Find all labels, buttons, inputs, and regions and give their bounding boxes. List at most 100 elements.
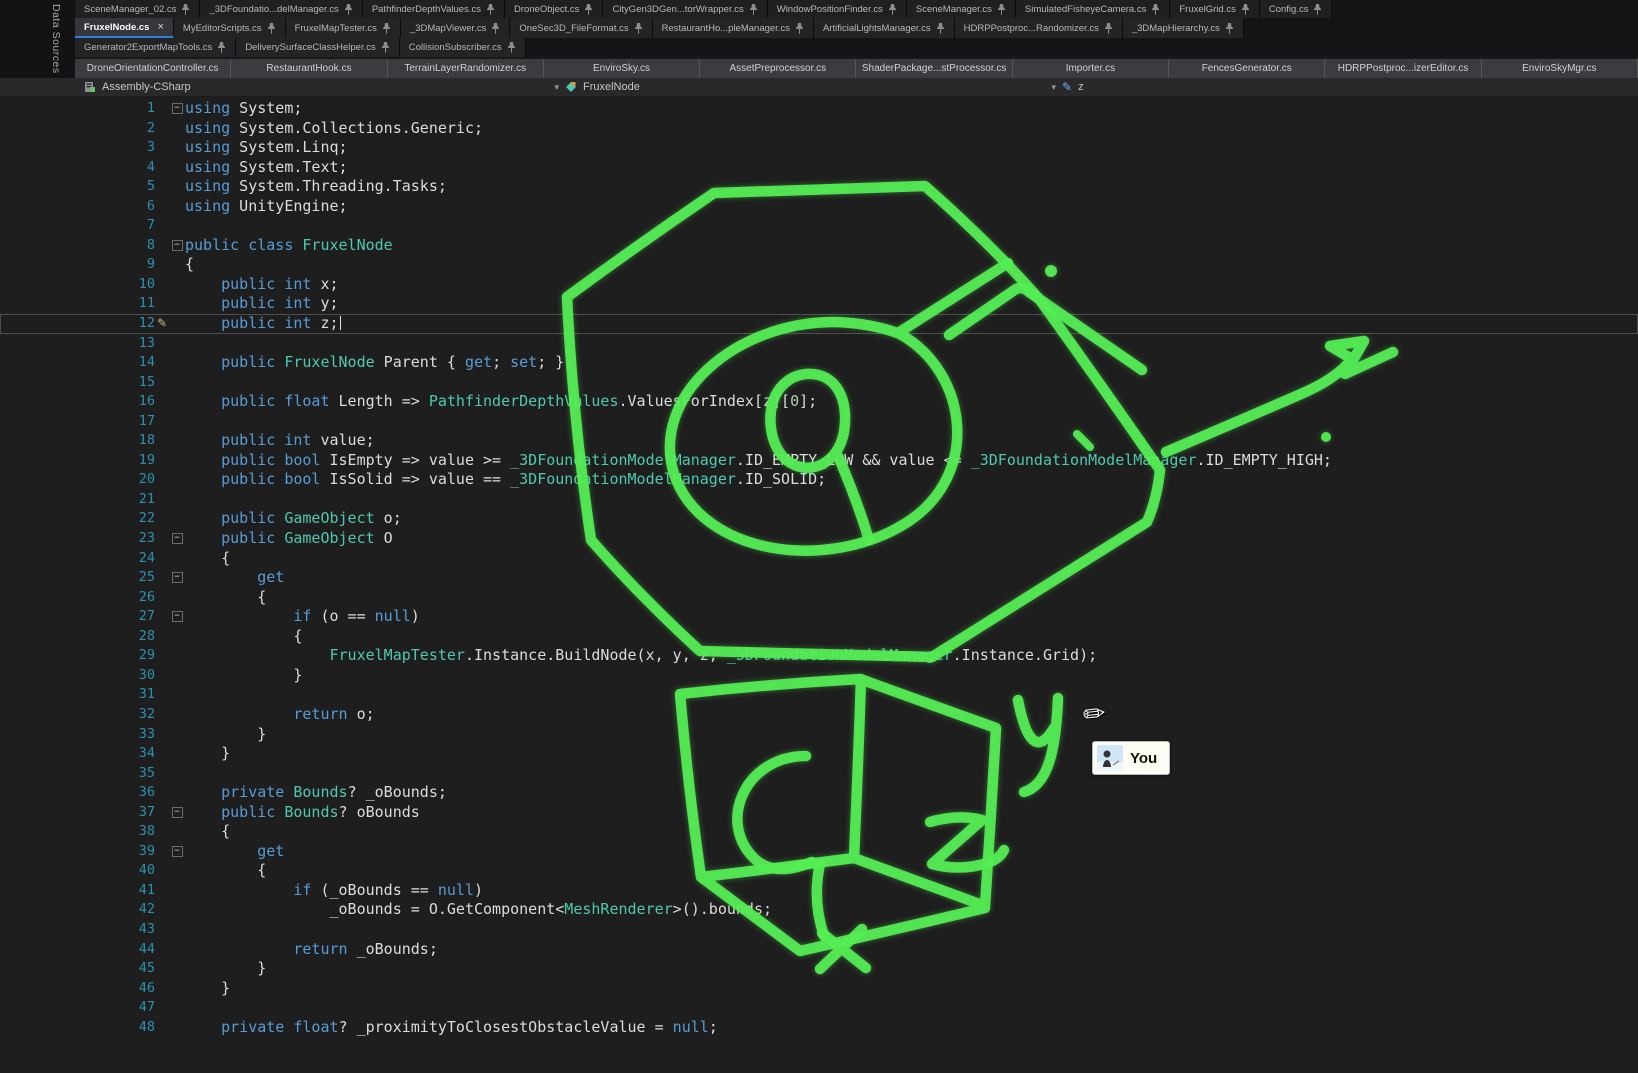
tab--3dmapviewer-cs[interactable]: _3DMapViewer.cs (401, 18, 510, 38)
code-line-34[interactable]: 34 } (0, 744, 1638, 764)
code-line-27[interactable]: 27− if (o == null) (0, 607, 1638, 627)
code-line-21[interactable]: 21 (0, 490, 1638, 510)
project-dropdown[interactable]: Assembly-CSharp ▾ (84, 78, 565, 96)
pin-icon[interactable] (381, 42, 390, 53)
tab-hdrppostproc-randomizer-cs[interactable]: HDRPPostproc...Randomizer.cs (955, 18, 1123, 38)
tab-pathfinderdepthvalues-cs[interactable]: PathfinderDepthValues.cs (363, 0, 505, 18)
code-line-40[interactable]: 40 { (0, 861, 1638, 881)
tab-droneobject-cs[interactable]: DroneObject.cs (505, 0, 603, 18)
tab-config-cs[interactable]: Config.cs (1260, 0, 1333, 18)
pin-icon[interactable] (181, 4, 190, 15)
tab--3dmaphierarchy-cs[interactable]: _3DMapHierarchy.cs (1123, 18, 1244, 38)
code-line-17[interactable]: 17 (0, 412, 1638, 432)
pin-icon[interactable] (382, 23, 391, 34)
fold-minus-box[interactable]: − (172, 572, 183, 583)
pin-icon[interactable] (1151, 4, 1160, 15)
tab-simulatedfisheyecamera-cs[interactable]: SimulatedFisheyeCamera.cs (1016, 0, 1170, 18)
code-line-10[interactable]: 10 public int x; (0, 275, 1638, 295)
tab--3dfoundatio-delmanager-cs[interactable]: _3DFoundatio...delManager.cs (200, 0, 362, 18)
tab-droneorientationcontroller-cs[interactable]: DroneOrientationController.cs (75, 59, 231, 78)
code-line-28[interactable]: 28 { (0, 627, 1638, 647)
tab-citygen3dgen-torwrapper-cs[interactable]: CityGen3DGen...torWrapper.cs (603, 0, 767, 18)
tab-shaderpackage-stprocessor-cs[interactable]: ShaderPackage...stProcessor.cs (856, 59, 1012, 78)
pin-icon[interactable] (1241, 4, 1250, 15)
data-sources-side-tab[interactable]: Data Sources (50, 4, 62, 74)
tab-scenemanager-02-cs[interactable]: SceneManager_02.cs (75, 0, 200, 18)
fold-toggle-icon[interactable]: − (169, 99, 185, 119)
fold-minus-box[interactable]: − (172, 103, 183, 114)
fold-toggle-icon[interactable]: − (169, 529, 185, 549)
tab-fruxelnode-cs[interactable]: FruxelNode.cs× (75, 18, 174, 38)
code-line-9[interactable]: 9{ (0, 255, 1638, 275)
tab-importer-cs[interactable]: Importer.cs (1013, 59, 1169, 78)
pin-icon[interactable] (1225, 23, 1234, 34)
tab-restauranthook-cs[interactable]: RestaurantHook.cs (231, 59, 387, 78)
code-line-26[interactable]: 26 { (0, 588, 1638, 608)
tab-fruxelgrid-cs[interactable]: FruxelGrid.cs (1170, 0, 1259, 18)
code-line-32[interactable]: 32 return o; (0, 705, 1638, 725)
fold-minus-box[interactable]: − (172, 240, 183, 251)
member-dropdown[interactable]: ✎ z (1062, 78, 1638, 96)
tab-myeditorscripts-cs[interactable]: MyEditorScripts.cs (174, 18, 286, 38)
tab-deliverysurfaceclasshelper-cs[interactable]: DeliverySurfaceClassHelper.cs (236, 38, 399, 57)
pin-icon[interactable] (344, 4, 353, 15)
code-line-25[interactable]: 25− get (0, 568, 1638, 588)
tab-generator2exportmaptools-cs[interactable]: Generator2ExportMapTools.cs (75, 38, 236, 57)
pin-icon[interactable] (795, 23, 804, 34)
code-line-47[interactable]: 47 (0, 998, 1638, 1018)
code-line-30[interactable]: 30 } (0, 666, 1638, 686)
code-line-48[interactable]: 48 private float? _proximityToClosestObs… (0, 1018, 1638, 1038)
code-line-6[interactable]: 6using UnityEngine; (0, 197, 1638, 217)
code-line-15[interactable]: 15 (0, 373, 1638, 393)
pin-icon[interactable] (491, 23, 500, 34)
code-line-46[interactable]: 46 } (0, 979, 1638, 999)
tab-restaurantho-plemanager-cs[interactable]: RestaurantHo...pleManager.cs (653, 18, 814, 38)
fold-toggle-icon[interactable]: − (169, 568, 185, 588)
tab-scenemanager-cs[interactable]: SceneManager.cs (907, 0, 1016, 18)
code-line-20[interactable]: 20 public bool IsSolid => value == _3DFo… (0, 470, 1638, 490)
code-line-37[interactable]: 37− public Bounds? oBounds (0, 803, 1638, 823)
fold-toggle-icon[interactable]: − (169, 236, 185, 256)
code-editor[interactable]: 1−using System;2using System.Collections… (0, 97, 1638, 1073)
code-line-23[interactable]: 23− public GameObject O (0, 529, 1638, 549)
pin-icon[interactable] (1104, 23, 1113, 34)
pin-icon[interactable] (888, 4, 897, 15)
tab-onesec3d-fileformat-cs[interactable]: OneSec3D_FileFormat.cs (510, 18, 652, 38)
tab-envirosky-cs[interactable]: EnviroSky.cs (544, 59, 700, 78)
code-line-7[interactable]: 7 (0, 216, 1638, 236)
type-dropdown[interactable]: FruxelNode ▾ (565, 78, 1062, 96)
tab-assetpreprocessor-cs[interactable]: AssetPreprocessor.cs (700, 59, 856, 78)
tab-terrainlayerrandomizer-cs[interactable]: TerrainLayerRandomizer.cs (388, 59, 544, 78)
fold-minus-box[interactable]: − (172, 846, 183, 857)
pin-icon[interactable] (997, 4, 1006, 15)
pin-icon[interactable] (584, 4, 593, 15)
code-line-4[interactable]: 4using System.Text; (0, 158, 1638, 178)
code-line-13[interactable]: 13 (0, 334, 1638, 354)
code-line-24[interactable]: 24 { (0, 549, 1638, 569)
pin-icon[interactable] (486, 4, 495, 15)
close-icon[interactable]: × (157, 21, 163, 33)
code-line-44[interactable]: 44 return _oBounds; (0, 940, 1638, 960)
code-line-41[interactable]: 41 if (_oBounds == null) (0, 881, 1638, 901)
code-line-31[interactable]: 31 (0, 685, 1638, 705)
code-line-12[interactable]: 12✎ public int z; (0, 314, 1638, 334)
code-line-5[interactable]: 5using System.Threading.Tasks; (0, 177, 1638, 197)
fold-toggle-icon[interactable]: − (169, 803, 185, 823)
code-line-2[interactable]: 2using System.Collections.Generic; (0, 119, 1638, 139)
code-line-42[interactable]: 42 _oBounds = O.GetComponent<MeshRendere… (0, 900, 1638, 920)
fold-toggle-icon[interactable]: − (169, 607, 185, 627)
pin-icon[interactable] (936, 23, 945, 34)
fold-minus-box[interactable]: − (172, 807, 183, 818)
fold-minus-box[interactable]: − (172, 611, 183, 622)
code-line-16[interactable]: 16 public float Length => PathfinderDept… (0, 392, 1638, 412)
pin-icon[interactable] (749, 4, 758, 15)
code-line-19[interactable]: 19 public bool IsEmpty => value >= _3DFo… (0, 451, 1638, 471)
tab-artificiallightsmanager-cs[interactable]: ArtificialLightsManager.cs (814, 18, 955, 38)
fold-minus-box[interactable]: − (172, 533, 183, 544)
tab-fencesgenerator-cs[interactable]: FencesGenerator.cs (1169, 59, 1325, 78)
code-line-8[interactable]: 8−public class FruxelNode (0, 236, 1638, 256)
tab-windowpositionfinder-cs[interactable]: WindowPositionFinder.cs (768, 0, 907, 18)
code-line-1[interactable]: 1−using System; (0, 99, 1638, 119)
pin-icon[interactable] (267, 23, 276, 34)
pin-icon[interactable] (507, 42, 516, 53)
